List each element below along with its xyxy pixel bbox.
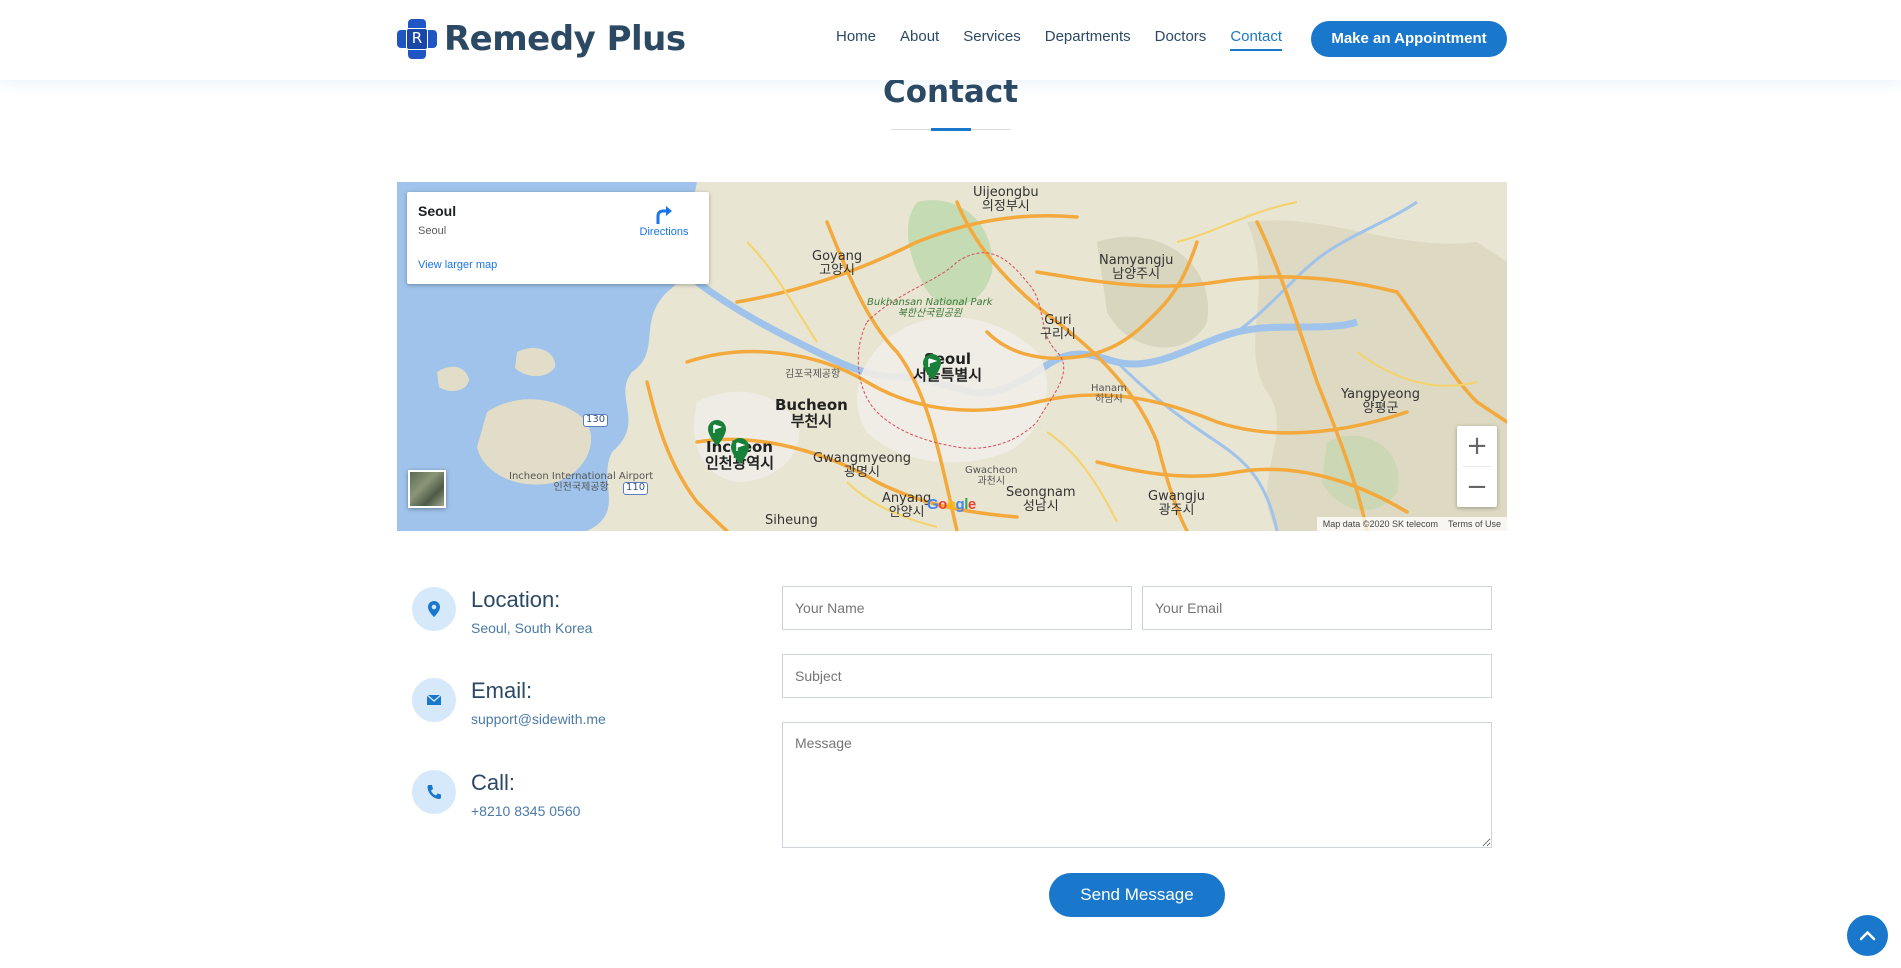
email-input[interactable] <box>1142 586 1492 630</box>
map-label-hanam: Hanam 하남시 <box>1091 383 1127 405</box>
map-data-credit: Map data ©2020 SK telecom <box>1322 519 1438 529</box>
logo-letter: R <box>406 28 428 50</box>
logo[interactable]: R Remedy Plus <box>397 19 686 59</box>
nav-services[interactable]: Services <box>963 28 1021 51</box>
map-pin-icon <box>428 601 440 617</box>
message-textarea[interactable] <box>782 722 1492 848</box>
terms-of-use-link[interactable]: Terms of Use <box>1448 517 1501 531</box>
map-place-title: Seoul <box>418 203 457 219</box>
embedded-map[interactable]: Uijeongbu 의정부시 Goyang 고양시 Namyangju 남양주시 Bu… <box>397 182 1507 531</box>
send-message-button[interactable]: Send Message <box>1049 873 1225 917</box>
subject-input[interactable] <box>782 654 1492 698</box>
email-value[interactable]: support@sidewith.me <box>471 711 606 727</box>
map-pin-icon[interactable] <box>923 354 941 380</box>
map-place-subtitle: Seoul <box>418 225 447 237</box>
zoom-out-button[interactable]: − <box>1457 467 1497 507</box>
site-header: R Remedy Plus Home About Services Depart… <box>0 0 1901 80</box>
view-larger-map-link[interactable]: View larger map <box>418 259 497 271</box>
medical-cross-icon: R <box>397 19 437 59</box>
location-value: Seoul, South Korea <box>471 620 593 636</box>
zoom-in-button[interactable]: + <box>1457 426 1497 466</box>
email-heading: Email: <box>471 678 533 703</box>
map-label-gwangju: Gwangju 광주시 <box>1148 489 1206 518</box>
email-icon-badge <box>412 678 456 722</box>
google-logo: Google <box>927 496 976 513</box>
nav-doctors[interactable]: Doctors <box>1155 28 1207 51</box>
back-to-top-button[interactable] <box>1847 915 1888 956</box>
route-shield-130: 130 <box>583 414 609 427</box>
map-pin-icon[interactable] <box>731 438 749 464</box>
map-label-bukhansan: Bukhansan National Park 북한산국립공원 <box>867 297 993 319</box>
map-label-gwangmyeong: Gwangmyeong 광명시 <box>813 451 911 480</box>
brand-name: Remedy Plus <box>444 19 686 59</box>
directions-button[interactable]: Directions <box>631 204 697 238</box>
nav-home[interactable]: Home <box>836 28 876 51</box>
map-label-siheung: Siheung <box>765 513 818 528</box>
map-label-gimpo: 김포국제공항 <box>785 369 841 380</box>
route-shield-110: 110 <box>623 482 649 495</box>
satellite-toggle[interactable] <box>408 470 446 508</box>
nav-about[interactable]: About <box>900 28 939 51</box>
make-appointment-button[interactable]: Make an Appointment <box>1311 21 1507 57</box>
map-label-uijeongbu: Uijeongbu 의정부시 <box>973 185 1039 214</box>
call-heading: Call: <box>471 770 516 795</box>
map-label-gwacheon: Gwacheon 과천시 <box>965 465 1018 487</box>
nav-contact[interactable]: Contact <box>1230 28 1282 51</box>
call-value[interactable]: +8210 8345 0560 <box>471 803 580 819</box>
map-label-seongnam: Seongnam 성남시 <box>1006 485 1076 514</box>
map-label-bucheon: Bucheon 부천시 <box>775 396 848 430</box>
map-label-anyang: Anyang 안양시 <box>882 491 932 520</box>
phone-icon <box>427 785 441 799</box>
map-label-goyang: Goyang 고양시 <box>812 249 863 278</box>
main-nav: Home About Services Departments Doctors … <box>836 28 1306 51</box>
zoom-controls: + − <box>1457 426 1497 507</box>
map-pin-icon[interactable] <box>708 420 726 446</box>
chevron-up-icon <box>1859 930 1876 941</box>
title-divider-accent <box>931 128 971 131</box>
map-label-guri: Guri 구리시 <box>1040 313 1076 342</box>
map-place-card: Seoul Seoul View larger map Directions <box>407 192 709 284</box>
map-attribution: Map data ©2020 SK telecom Terms of Use <box>1316 517 1507 531</box>
location-icon-badge <box>412 587 456 631</box>
map-label-namyangju: Namyangju 남양주시 <box>1099 253 1174 282</box>
directions-label: Directions <box>639 226 689 238</box>
map-label-yangpyeong: Yangpyeong 양평군 <box>1341 387 1420 416</box>
directions-icon <box>656 206 672 224</box>
name-input[interactable] <box>782 586 1132 630</box>
phone-icon-badge <box>412 770 456 814</box>
envelope-icon <box>426 694 442 705</box>
nav-departments[interactable]: Departments <box>1045 28 1131 51</box>
location-heading: Location: <box>471 587 561 612</box>
